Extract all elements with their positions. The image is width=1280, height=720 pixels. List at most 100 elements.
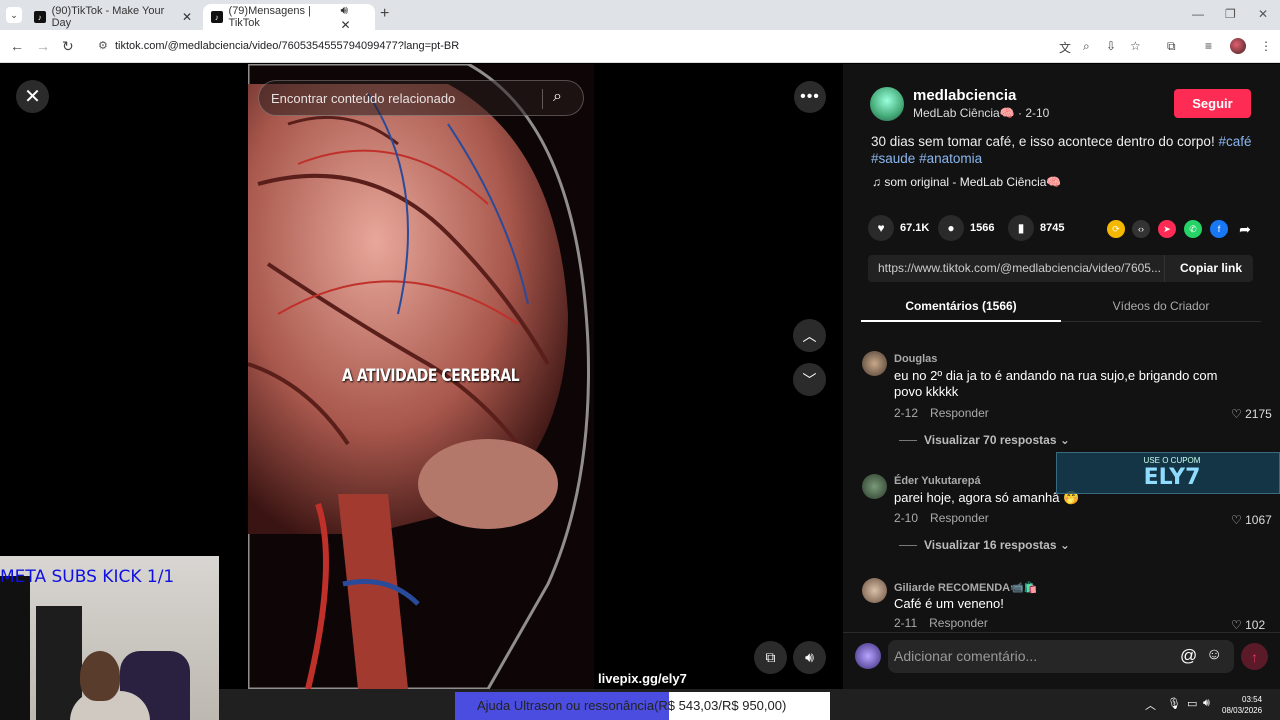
- commenter-avatar[interactable]: [862, 578, 887, 603]
- author-avatar[interactable]: [870, 87, 904, 121]
- share-link-text[interactable]: https://www.tiktok.com/@medlabciencia/vi…: [878, 261, 1162, 275]
- author-nickname: MedLab Ciência🧠 · 2-10: [913, 106, 1050, 120]
- repost-icon[interactable]: ⟳: [1107, 220, 1125, 238]
- divider: [899, 440, 917, 442]
- reload-icon[interactable]: ↻: [62, 38, 74, 55]
- previous-video-button[interactable]: ︿: [793, 319, 826, 352]
- close-video-button[interactable]: ✕: [16, 80, 49, 113]
- comment-button[interactable]: ● 1566: [938, 215, 994, 241]
- close-tab-icon[interactable]: 🔊︎✕: [340, 3, 367, 32]
- translate-icon[interactable]: 文: [1059, 39, 1071, 56]
- related-search-input[interactable]: Encontrar conteúdo relacionado ⌕: [258, 80, 584, 116]
- comment-count: 1566: [970, 222, 995, 234]
- chevron-down-icon: ⌄: [1056, 433, 1070, 447]
- microphone-icon[interactable]: 🎙︎: [1167, 697, 1181, 710]
- search-icon[interactable]: ⌕: [553, 88, 562, 106]
- comment-like[interactable]: ♡ 1067: [1231, 513, 1272, 527]
- browser-menu-icon[interactable]: ⋮: [1260, 39, 1272, 53]
- restore-button[interactable]: ❐: [1225, 7, 1236, 21]
- commenter-avatar[interactable]: [862, 351, 887, 376]
- comment-placeholder: Adicionar comentário...: [894, 648, 1038, 664]
- copy-link-button[interactable]: Copiar link: [1180, 261, 1242, 275]
- clock-time: 03:54: [1242, 695, 1263, 704]
- reply-button[interactable]: Responder: [930, 406, 989, 420]
- reply-button[interactable]: Responder: [930, 511, 989, 525]
- meta-subs-text: META SUBS KICK 1/1: [0, 567, 175, 587]
- network-icon[interactable]: ▭: [1187, 697, 1197, 710]
- comment-text: Café é um veneno!: [894, 596, 1004, 611]
- tab-search-button[interactable]: ⌄: [6, 7, 22, 23]
- commenter-name[interactable]: Éder Yukutarepá: [894, 475, 981, 487]
- close-window-button[interactable]: ✕: [1258, 7, 1268, 21]
- music-note-icon: ♫: [872, 175, 885, 189]
- comment-meta: 2-11 Responder: [894, 616, 988, 630]
- music-link[interactable]: ♫ som original - MedLab Ciência🧠: [872, 175, 1061, 189]
- minimize-button[interactable]: —: [1192, 7, 1204, 21]
- hashtag[interactable]: #saude: [871, 151, 915, 166]
- more-options-button[interactable]: •••: [794, 81, 826, 113]
- divider: [899, 545, 917, 547]
- coupon-overlay: USE O CUPOM ELY7: [1056, 452, 1280, 494]
- commenter-name[interactable]: Douglas: [894, 353, 937, 365]
- tray-chevron-icon[interactable]: ︿: [1145, 697, 1156, 713]
- embed-icon[interactable]: ‹›: [1132, 220, 1150, 238]
- tab-comments[interactable]: Comentários (1566): [861, 293, 1061, 322]
- like-button[interactable]: ♥ 67.1K: [868, 215, 929, 241]
- share-arrow-icon[interactable]: ➦: [1236, 220, 1254, 238]
- comment-like[interactable]: ♡ 2175: [1231, 407, 1272, 421]
- floating-player-icon[interactable]: ⧉: [754, 641, 787, 674]
- media-control-icon[interactable]: ≡: [1205, 39, 1212, 53]
- save-button[interactable]: ▮ 8745: [1008, 215, 1064, 241]
- send-icon[interactable]: ➤: [1158, 220, 1176, 238]
- browser-tab[interactable]: ♪ (90)TikTok - Make Your Day ✕: [26, 4, 200, 30]
- tiktok-icon: ♪: [211, 11, 223, 23]
- browser-tab-active[interactable]: ♪ (79)Mensagens | TikTok 🔊︎✕: [203, 3, 375, 32]
- back-icon[interactable]: ←: [10, 38, 24, 54]
- video-description: 30 dias sem tomar café, e isso acontece …: [871, 133, 1261, 167]
- divider: [542, 89, 543, 109]
- comment-like-count: 2175: [1245, 407, 1272, 421]
- speaker-icon[interactable]: 🔊︎: [1203, 697, 1210, 710]
- view-replies-label: Visualizar 70 respostas: [924, 433, 1057, 447]
- donation-goal-bar: Ajuda Ultrason ou ressonância(R$ 543,03/…: [455, 692, 830, 720]
- emoji-icon[interactable]: ☺: [1206, 646, 1222, 664]
- hashtag[interactable]: #anatomia: [919, 151, 982, 166]
- volume-icon[interactable]: 🔊︎: [793, 641, 826, 674]
- webcam-background: [0, 576, 30, 720]
- close-tab-icon[interactable]: ✕: [182, 10, 192, 24]
- coupon-code: ELY7: [1143, 465, 1201, 490]
- bookmark-icon: ▮: [1008, 215, 1034, 241]
- profile-avatar[interactable]: [1230, 38, 1246, 54]
- extensions-icon[interactable]: ⧉: [1167, 39, 1176, 54]
- facebook-icon[interactable]: f: [1210, 220, 1228, 238]
- author-username[interactable]: medlabciencia: [913, 87, 1016, 104]
- hashtag[interactable]: #café: [1218, 134, 1251, 149]
- commenter-avatar[interactable]: [862, 474, 887, 499]
- chevron-down-icon: ⌄: [1056, 538, 1070, 552]
- install-icon[interactable]: ⇩: [1106, 39, 1116, 53]
- zoom-icon[interactable]: ⌕: [1083, 39, 1090, 54]
- follow-button[interactable]: Seguir: [1174, 89, 1251, 118]
- comment-like[interactable]: ♡ 102: [1231, 618, 1265, 632]
- site-info-icon[interactable]: ⚙: [98, 39, 108, 52]
- clock[interactable]: 03:54 08/03/2026: [1222, 694, 1262, 716]
- mention-icon[interactable]: @: [1180, 646, 1197, 666]
- comment-date: 2-10: [894, 511, 919, 525]
- new-tab-button[interactable]: +: [380, 5, 389, 23]
- next-video-button[interactable]: ﹀: [793, 363, 826, 396]
- view-replies-button[interactable]: Visualizar 16 respostas ⌄: [899, 538, 1070, 552]
- address-bar[interactable]: ⚙ tiktok.com/@medlabciencia/video/760535…: [88, 34, 1158, 59]
- livepix-text: livepix.gg/ely7: [598, 671, 687, 686]
- whatsapp-icon[interactable]: ✆: [1184, 220, 1202, 238]
- forward-icon[interactable]: →: [36, 38, 50, 54]
- toolbar: ← → ↻ ⚙ tiktok.com/@medlabciencia/video/…: [0, 30, 1280, 63]
- coupon-label: USE O CUPOM: [1143, 456, 1201, 465]
- commenter-name[interactable]: Giliarde RECOMENDA📹🛍️: [894, 581, 1038, 594]
- view-replies-button[interactable]: Visualizar 70 respostas ⌄: [899, 433, 1070, 447]
- send-comment-button[interactable]: ↑: [1241, 643, 1268, 670]
- tab-creator-videos[interactable]: Vídeos do Criador: [1061, 293, 1261, 322]
- bookmark-star-icon[interactable]: ☆: [1130, 39, 1141, 53]
- comment-input[interactable]: Adicionar comentário... @ ☺: [888, 640, 1234, 673]
- audio-icon[interactable]: 🔊︎: [340, 3, 348, 17]
- reply-button[interactable]: Responder: [929, 616, 988, 630]
